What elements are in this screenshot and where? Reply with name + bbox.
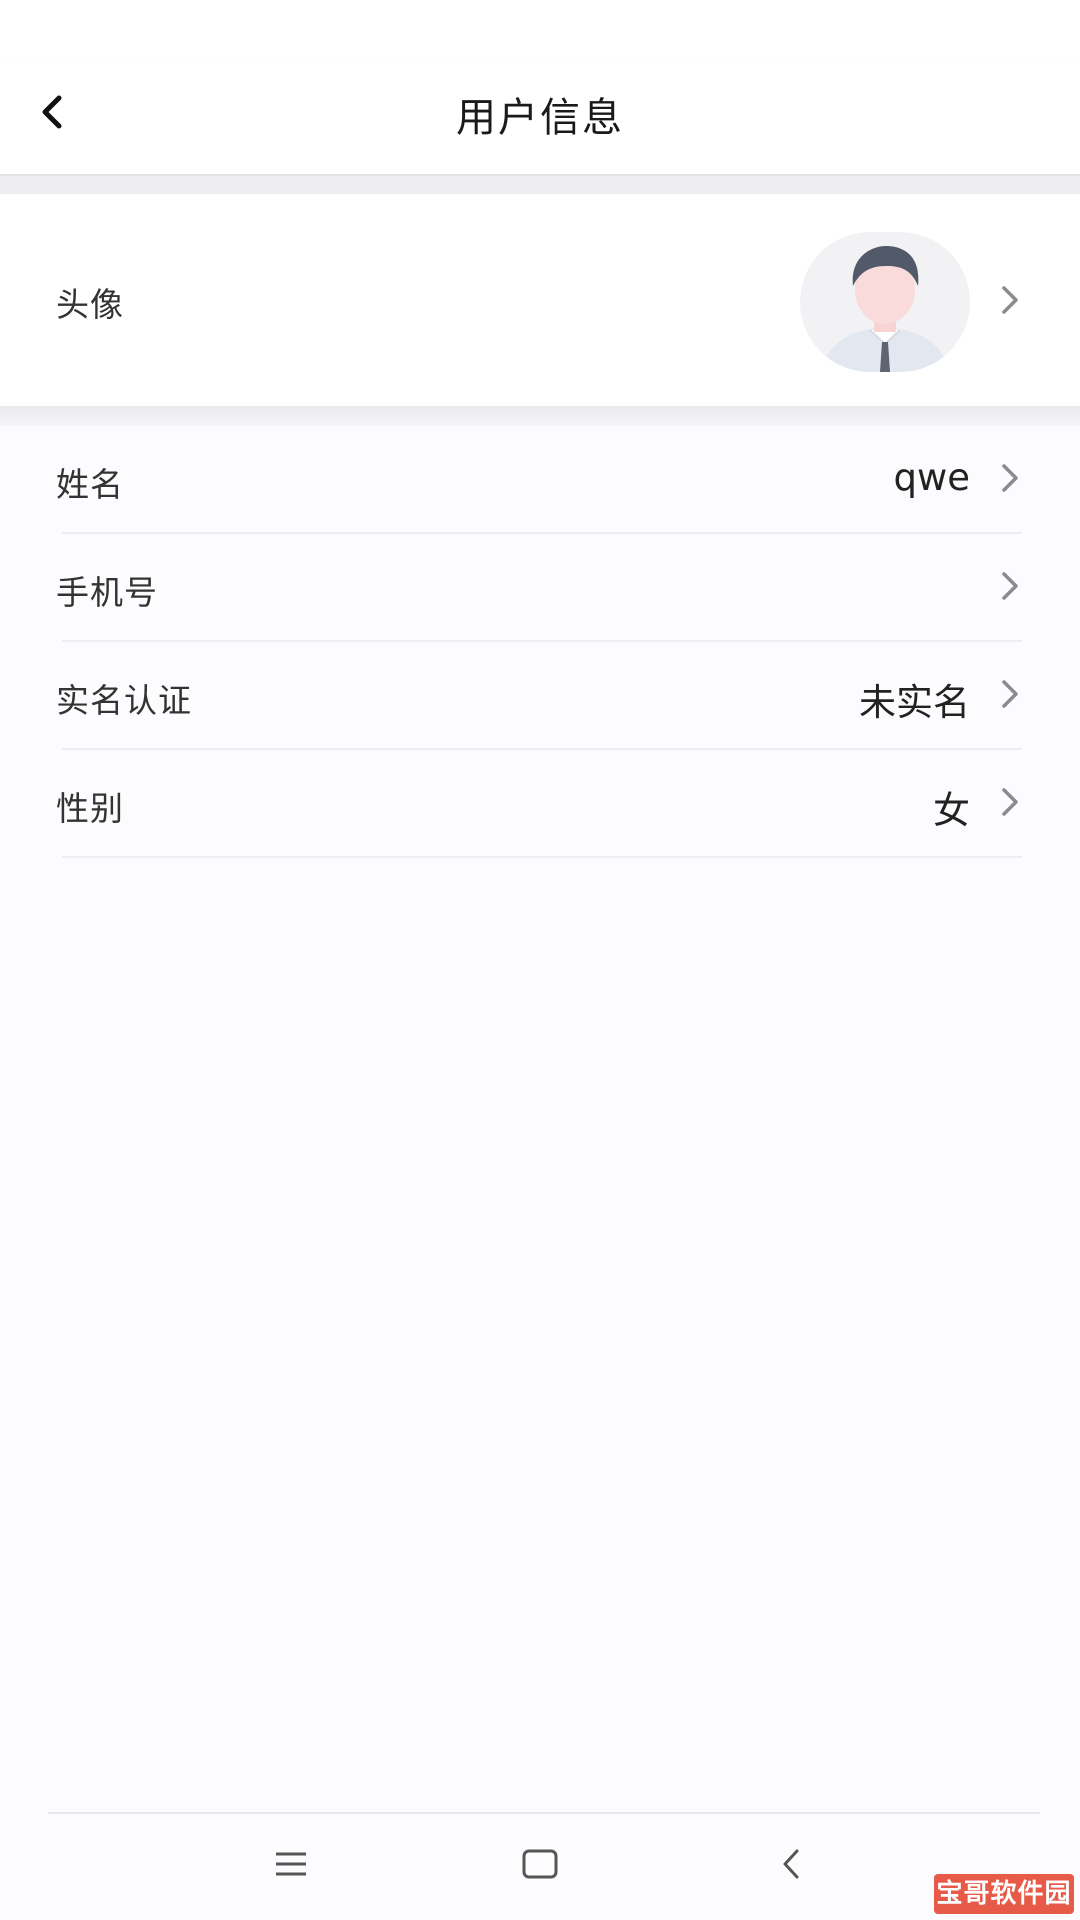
chevron-right-icon	[1002, 788, 1018, 816]
divider	[62, 856, 1022, 858]
avatar	[800, 232, 970, 372]
row-label: 姓名	[56, 465, 124, 504]
chevron-right-icon	[1002, 572, 1018, 600]
row-value: qwe	[893, 456, 970, 499]
row-real-name-verification[interactable]: 实名认证 未实名	[0, 642, 1080, 750]
home-square-icon	[522, 1849, 558, 1879]
chevron-right-icon	[1002, 286, 1018, 314]
row-phone[interactable]: 手机号	[0, 534, 1080, 642]
chevron-right-icon	[1002, 464, 1018, 492]
chevron-left-icon	[42, 95, 62, 129]
row-value: 未实名	[859, 681, 970, 724]
row-label: 实名认证	[56, 681, 192, 720]
row-name[interactable]: 姓名 qwe	[0, 426, 1080, 534]
system-nav-bar	[0, 1814, 1080, 1920]
menu-button[interactable]	[256, 1834, 326, 1894]
chevron-right-icon	[1002, 680, 1018, 708]
home-button[interactable]	[505, 1834, 575, 1894]
row-label: 手机号	[56, 573, 158, 612]
app-header: 用户信息	[0, 62, 1080, 176]
row-label: 性别	[56, 789, 124, 828]
nav-back-button[interactable]	[756, 1834, 826, 1894]
watermark-logo: 宝哥软件园	[934, 1874, 1074, 1914]
back-button[interactable]	[24, 84, 80, 140]
section-gap	[0, 406, 1080, 426]
avatar-placeholder-icon	[820, 246, 950, 372]
profile-list: 姓名 qwe 手机号 实名认证 未实名 性别 女	[0, 426, 1080, 858]
back-triangle-icon	[783, 1849, 799, 1879]
menu-icon	[276, 1852, 306, 1876]
avatar-row[interactable]: 头像	[0, 194, 1080, 406]
section-gap	[0, 176, 1080, 194]
status-bar	[0, 0, 1080, 62]
page-title: 用户信息	[456, 95, 624, 141]
avatar-label: 头像	[56, 285, 124, 324]
row-value: 女	[933, 789, 970, 832]
row-gender[interactable]: 性别 女	[0, 750, 1080, 858]
